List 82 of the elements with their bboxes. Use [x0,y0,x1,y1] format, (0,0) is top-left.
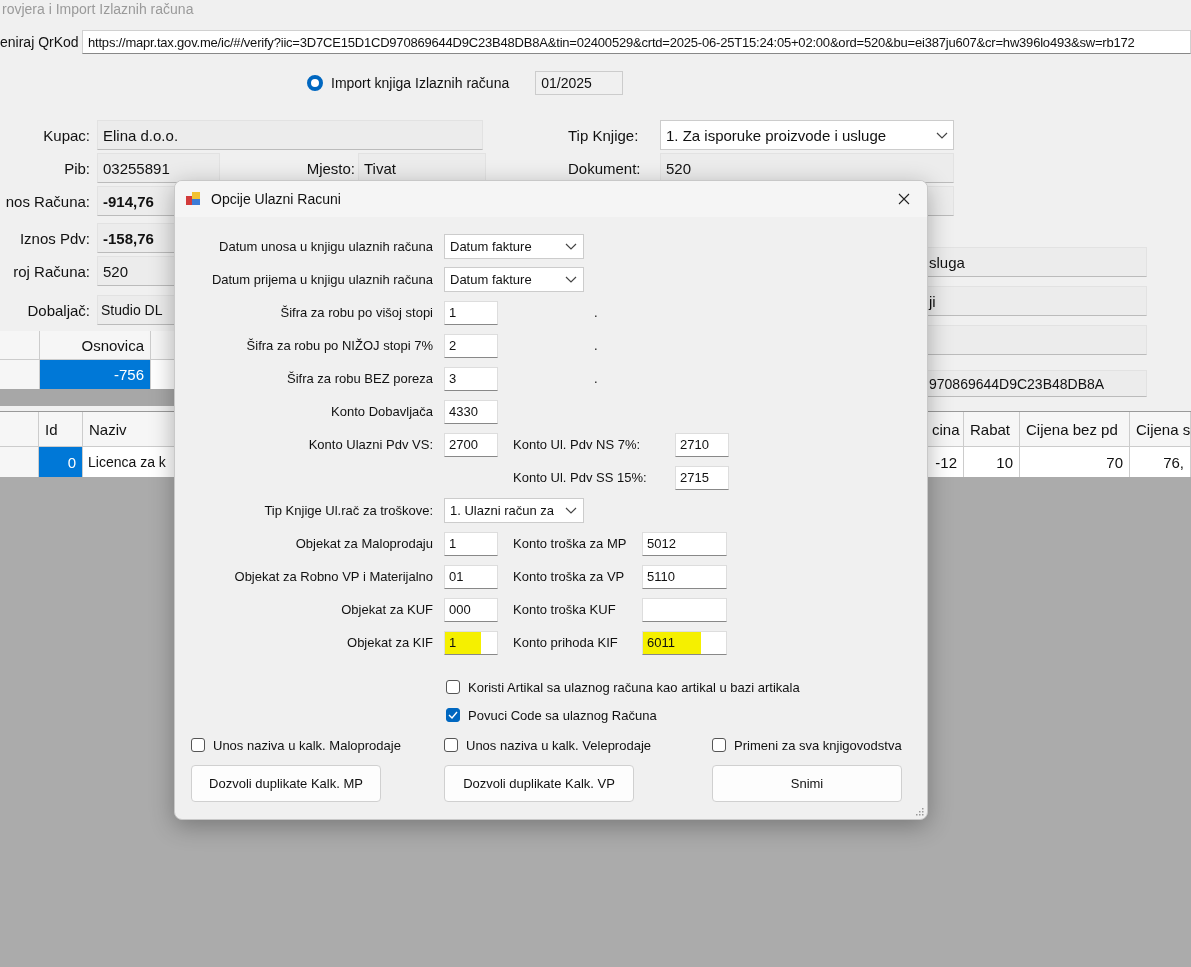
column-header[interactable]: Id [39,412,83,446]
checkbox[interactable]: Unos naziva u kalk. Maloprodaje [191,731,444,759]
input-field[interactable]: 2710 [675,432,729,457]
dialog-title: Opcije Ulazni Racuni [211,191,341,207]
field-label: roj Računa: [12,262,90,280]
input-field[interactable]: 1 [444,300,498,325]
input-field[interactable]: 2 [444,333,498,358]
field-label: Konto troška za MP [513,536,628,551]
table-cell: 0 [39,447,83,477]
input-field[interactable]: 1 [444,630,498,655]
input-field[interactable]: 01 [444,564,498,589]
field-label: Konto Ul. Pdv SS 15%: [513,470,648,485]
column-header[interactable]: Cijena s [1130,412,1191,446]
checkbox[interactable]: Povuci Code sa ulaznog Računa [446,701,927,729]
app-icon [185,191,201,207]
field-label: Konto Dobavljača [330,404,433,419]
field-label: Objekat za KUF [340,602,433,617]
field-label: Mjesto: [305,159,355,177]
dropdown[interactable]: Datum fakture [444,267,584,292]
field-label: Datum unosa u knjigu ulaznih računa [218,239,433,254]
place-field[interactable]: Tivat [358,153,486,183]
dot-mark: . [594,338,598,353]
column-header[interactable]: Cijena bez pd [1020,412,1130,446]
chevron-down-icon [565,276,577,283]
field-label: Datum prijema u knjigu ulaznih računa [210,272,433,287]
book-type-dropdown[interactable]: 1. Za isporuke proizvode i usluge [660,120,954,150]
resize-grip-icon [916,808,924,816]
input-field[interactable]: 5012 [642,531,727,556]
dialog-button[interactable]: Dozvoli duplikate Kalk. VP [444,765,634,802]
field-label: Iznos Pdv: [18,229,90,247]
field-label: Dokument: [568,159,642,177]
chevron-down-icon [936,131,948,139]
field-label: Šifra za robu po višoj stopi [279,305,433,320]
field-label: Konto Ul. Pdv NS 7%: [513,437,642,452]
input-field[interactable]: 1 [444,531,498,556]
period-field[interactable]: 01/2025 [535,71,624,95]
field-label: Konto Ulazni Pdv VS: [307,437,433,452]
input-field[interactable] [642,597,727,622]
input-field[interactable]: 6011 [642,630,727,655]
dialog-button[interactable]: Dozvoli duplikate Kalk. MP [191,765,381,802]
dot-mark: . [594,371,598,386]
field-label: Šifra za robu BEZ poreza [286,371,433,386]
dot-mark: . [594,305,598,320]
field-label: Tip Knjige: [568,126,640,144]
field-label: Konto troška za VP [513,569,626,584]
field-label: Pib: [63,159,90,177]
input-field[interactable]: 4330 [444,399,498,424]
column-header[interactable]: Osnovica [40,331,151,359]
document-field[interactable]: 520 [660,153,954,183]
chevron-down-icon [565,507,577,514]
window-title: rovjera i Import Izlaznih računa [1,0,194,19]
import-radio[interactable]: Import knjiga Izlaznih računa [307,75,510,91]
field-label: nos Računa: [4,192,90,210]
tax-id-field[interactable]: 03255891 [97,153,220,183]
field-label: Tip Knjige Ul.rač za troškove: [263,503,433,518]
checkbox[interactable]: Primeni za sva knjigovodstva [712,731,927,759]
field-label: Konto troška KUF [513,602,617,617]
checkbox[interactable]: Koristi Artikal sa ulaznog računa kao artikal u bazi artikala [446,673,927,701]
customer-field[interactable]: Elina d.o.o. [97,120,483,150]
dialog-button[interactable]: Snimi [712,765,902,802]
field-label: Kupac: [42,126,90,144]
field-label: Objekat za KIF [346,635,433,650]
table-cell: -756 [40,360,151,389]
field-label: Objekat za Maloprodaju [294,536,433,551]
column-header[interactable]: Rabat [964,412,1020,446]
input-field[interactable]: 000 [444,597,498,622]
url-field[interactable]: https://mapr.tax.gov.me/ic/#/verify?iic=3D7CE15D1CD970869644D9C23B48DB8A&tin=02400529&crtd=2025-06-25T15:24:05+02:00&ord=520&bu=ei387ju607&cr=hw396lo493&sw=rb172 [82,30,1191,54]
dropdown[interactable]: Datum fakture [444,234,584,259]
checkbox[interactable]: Unos naziva u kalk. Veleprodaje [444,731,712,759]
row-header[interactable] [0,360,40,389]
input-field[interactable]: 5110 [642,564,727,589]
field-label: Konto prihoda KIF [513,635,619,650]
dropdown[interactable]: 1. Ulazni račun za [444,498,584,523]
close-icon [898,193,910,205]
input-field[interactable]: 2715 [675,465,729,490]
chevron-down-icon [565,243,577,250]
input-field[interactable]: 2700 [444,432,498,457]
input-field[interactable]: 3 [444,366,498,391]
field-label: Dobaljač: [26,301,90,319]
field-label: Šifra za robu po NIŽOJ stopi 7% [245,338,433,353]
field-label: Objekat za Robno VP i Materijalno [233,569,433,584]
row-header[interactable] [0,447,39,477]
